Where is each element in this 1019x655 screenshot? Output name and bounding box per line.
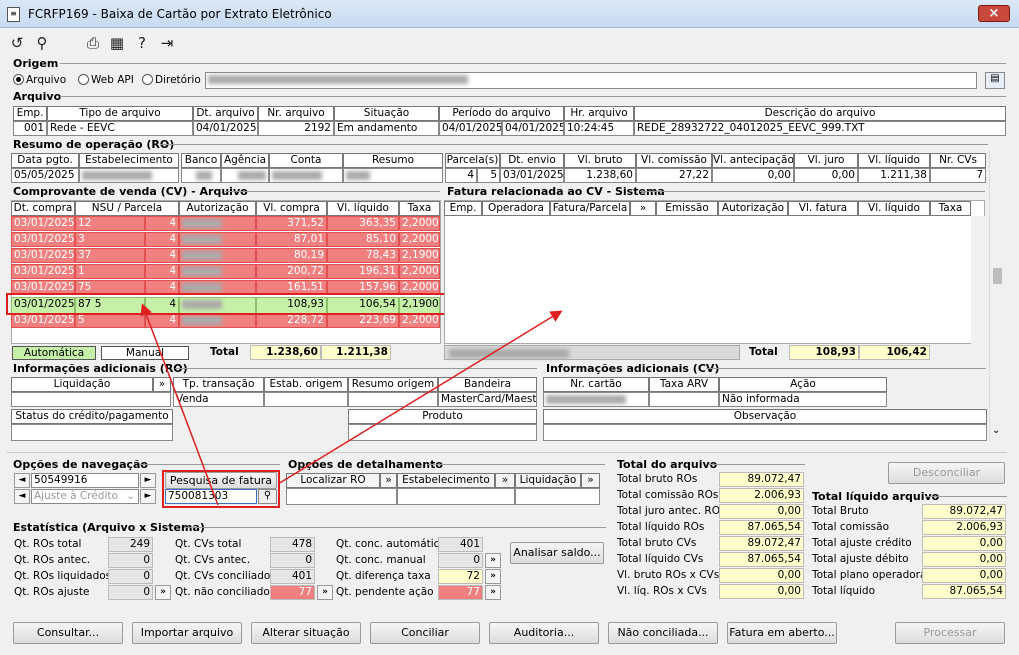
arrow-to-fatura — [277, 310, 563, 485]
arrow-to-cv — [140, 303, 219, 506]
annotation-arrows — [140, 303, 563, 506]
